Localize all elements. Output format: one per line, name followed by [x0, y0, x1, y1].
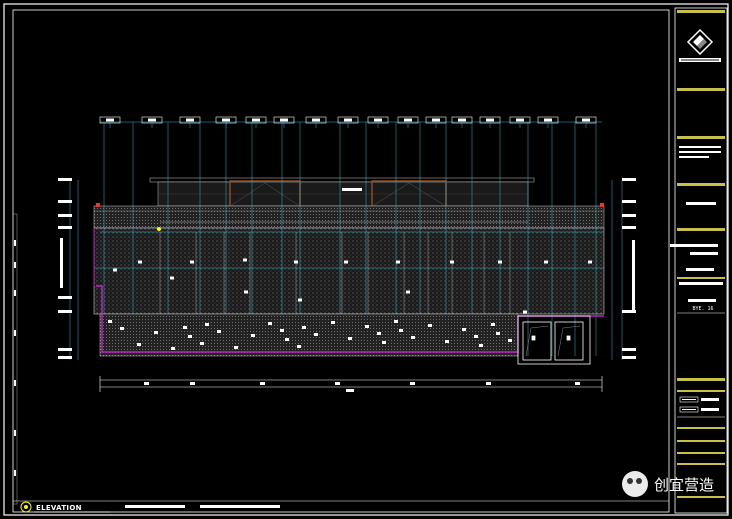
top-dimension-tags — [99, 116, 602, 128]
cabinet-doors — [517, 315, 591, 365]
title-block — [670, 7, 728, 514]
company-logo-icon — [679, 28, 721, 62]
elevation-drawing — [58, 116, 636, 392]
titleblock-bar-top — [677, 10, 725, 13]
bottom-dimension — [99, 376, 603, 392]
upper-soffit — [93, 177, 605, 229]
right-dimension-stack — [611, 178, 636, 360]
watermark: 创宜营造 — [621, 471, 714, 497]
cad-drawing-sheet — [3, 3, 729, 516]
left-dimension-stack — [58, 178, 79, 360]
watermark-text: 创宜营造 — [653, 475, 714, 494]
view-title-label: ELEVATION — [36, 504, 82, 512]
bottom-strip-marks — [125, 505, 280, 508]
revision-code: BYE. 16 — [692, 306, 714, 312]
wechat-icon — [621, 471, 648, 497]
left-margin-marks — [12, 213, 18, 505]
